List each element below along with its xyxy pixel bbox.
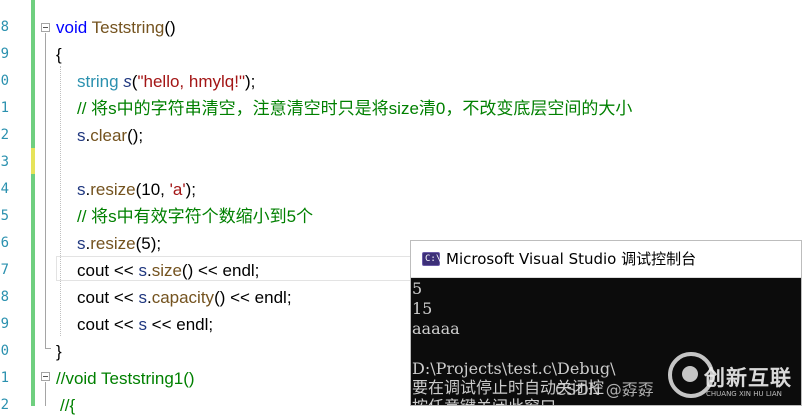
line-number: 8 xyxy=(0,289,9,305)
code-token: s xyxy=(138,288,147,307)
change-tracking-bar xyxy=(31,0,35,406)
code-token: (10, xyxy=(135,180,170,199)
code-token: cout xyxy=(77,261,114,280)
code-token: } xyxy=(56,342,62,361)
code-token: resize xyxy=(90,234,136,253)
code-line[interactable]: s.clear(); xyxy=(77,122,143,149)
console-output-line: aaaaa xyxy=(412,319,460,338)
console-output-line: 15 xyxy=(412,299,433,318)
line-number: 2 xyxy=(0,127,9,143)
code-token: (5); xyxy=(135,234,162,253)
code-line[interactable]: // 将s中的字符串清空，注意清空时只是将size清0，不改变底层空间的大小 xyxy=(77,95,632,122)
code-token: () << endl; xyxy=(181,261,260,280)
line-number: 1 xyxy=(0,370,9,386)
code-token: //void Teststring1() xyxy=(56,369,195,388)
code-token: { xyxy=(56,45,62,64)
line-number: 7 xyxy=(0,262,9,278)
line-number: 0 xyxy=(0,73,9,89)
code-token: "hello, hmylq!" xyxy=(137,72,245,91)
code-token: s xyxy=(138,315,147,334)
code-token: // 将s中的字符串清空，注意清空时只是将size清0，不改变底层空间的大小 xyxy=(77,99,633,118)
code-line[interactable]: } xyxy=(56,338,62,365)
console-icon-label: C:\ xyxy=(425,254,442,264)
line-number: 4 xyxy=(0,181,9,197)
line-number: 5 xyxy=(0,208,9,224)
code-line[interactable]: //void Teststring1() xyxy=(56,365,195,392)
code-token: clear xyxy=(90,126,128,145)
collapse-toggle-icon[interactable] xyxy=(41,372,50,381)
code-token: << xyxy=(113,315,139,334)
code-token: s xyxy=(77,234,86,253)
console-title: Microsoft Visual Studio 调试控制台 xyxy=(446,250,697,268)
line-number: 3 xyxy=(0,154,9,170)
code-token: string xyxy=(77,72,124,91)
outline-bracket xyxy=(45,33,46,348)
watermark-brand: 创新互联 xyxy=(704,366,792,390)
code-token: s xyxy=(77,180,86,199)
console-title-bar[interactable]: C:\ Microsoft Visual Studio 调试控制台 xyxy=(411,241,801,278)
outline-bracket-end xyxy=(45,348,51,349)
code-line[interactable]: // 将s中有效字符个数缩小到5个 xyxy=(77,203,313,230)
code-token: resize xyxy=(90,180,136,199)
csdn-watermark: CSDN @孬孬 xyxy=(555,380,654,399)
code-line[interactable]: cout << s.size() << endl; xyxy=(77,257,259,284)
code-token: s xyxy=(123,72,132,91)
code-line[interactable]: cout << s << endl; xyxy=(77,311,213,338)
code-line[interactable]: s.resize(5); xyxy=(77,230,161,257)
outline-bracket xyxy=(45,382,46,406)
unsaved-change-marker xyxy=(31,148,35,174)
code-token: 'a' xyxy=(169,180,186,199)
code-token: << xyxy=(113,261,139,280)
console-output-line: 按任意键关闭此窗口 xyxy=(412,397,556,405)
code-token: size xyxy=(151,261,182,280)
code-token: () << endl; xyxy=(214,288,292,307)
code-token: () xyxy=(164,18,176,37)
console-app-icon: C:\ xyxy=(422,252,442,266)
code-token: ); xyxy=(244,72,256,91)
code-token: cout xyxy=(77,288,114,307)
code-token: cout xyxy=(77,315,114,334)
collapse-toggle-icon[interactable] xyxy=(41,23,50,32)
code-token: // 将s中有效字符个数缩小到5个 xyxy=(77,207,314,226)
code-token: ); xyxy=(185,180,196,199)
line-number: 9 xyxy=(0,46,9,62)
console-output-line: 5 xyxy=(412,279,423,298)
code-token: << endl; xyxy=(146,315,214,334)
line-number: 8 xyxy=(0,19,9,35)
code-token: << xyxy=(113,288,139,307)
code-token: Teststring xyxy=(91,18,165,37)
line-number: 9 xyxy=(0,316,9,332)
code-token: (); xyxy=(127,126,144,145)
line-number: 6 xyxy=(0,235,9,251)
code-token: s xyxy=(77,126,86,145)
code-line[interactable]: string s("hello, hmylq!"); xyxy=(77,68,255,95)
code-line[interactable]: cout << s.capacity() << endl; xyxy=(77,284,292,311)
code-token: capacity xyxy=(151,288,215,307)
code-line[interactable]: { xyxy=(56,41,62,68)
line-number: 0 xyxy=(0,343,9,359)
code-token: s xyxy=(138,261,147,280)
line-number: 1 xyxy=(0,100,9,116)
code-line[interactable]: s.resize(10, 'a'); xyxy=(77,176,196,203)
code-line[interactable]: void Teststring() xyxy=(56,14,176,41)
code-token: void xyxy=(56,18,92,37)
indent-guide xyxy=(60,66,61,336)
watermark-brand-sub: CHUANG XIN HU LIAN xyxy=(706,390,782,398)
